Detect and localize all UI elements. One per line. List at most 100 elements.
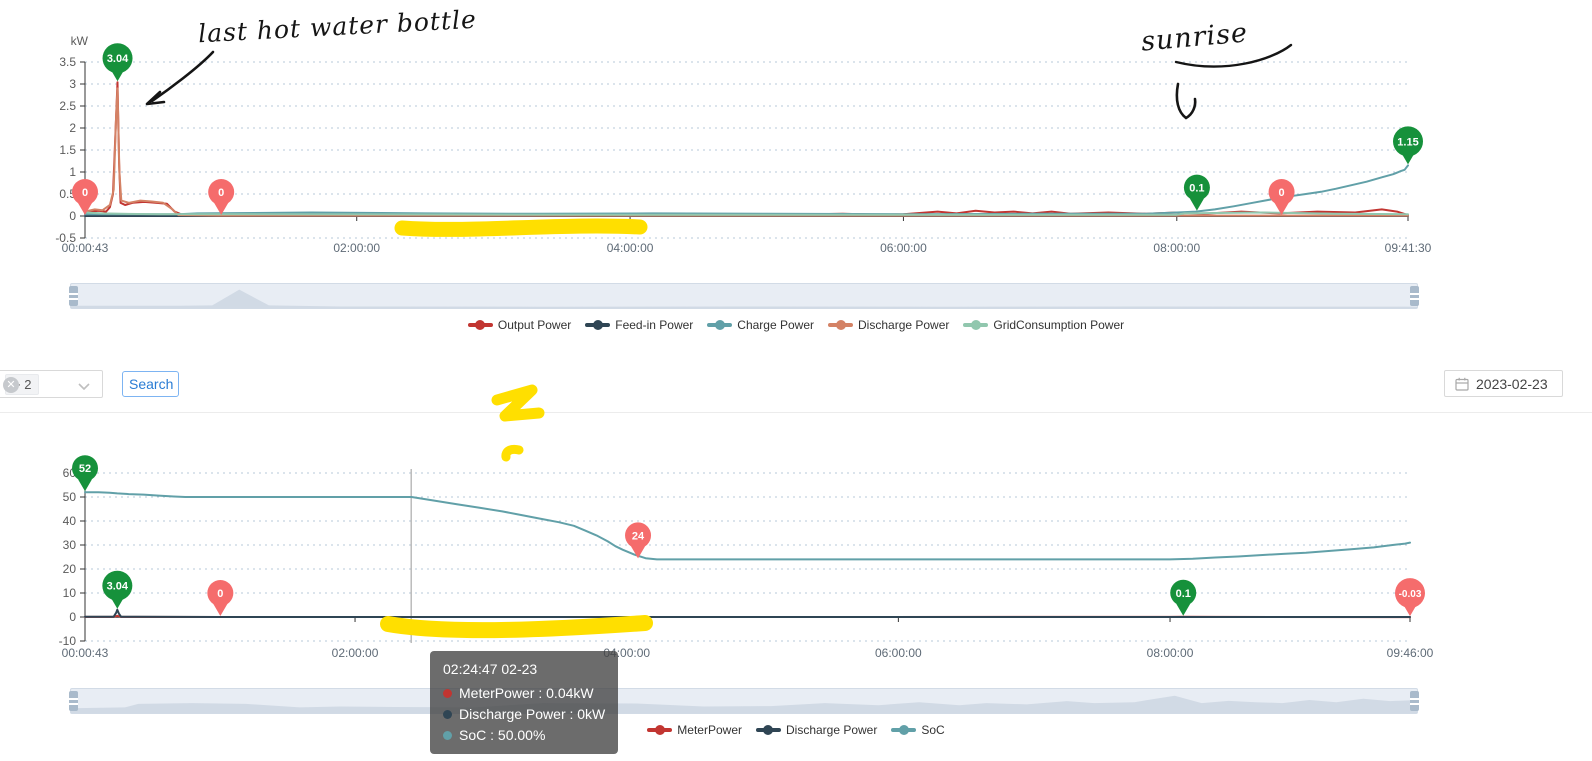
- marker-pin-0: 0: [1269, 179, 1295, 215]
- x-tick-label: 06:00:00: [880, 241, 927, 255]
- series-line-output-power: [85, 82, 1408, 215]
- legend-item-discharge-power[interactable]: Discharge Power: [756, 723, 877, 737]
- datazoom-right-handle[interactable]: [1410, 286, 1419, 306]
- tooltip-series-dot: [443, 689, 452, 698]
- tooltip-series-value: SoC : 50.00%: [459, 725, 545, 746]
- legend-label: Charge Power: [737, 318, 814, 332]
- marker-pin--0.03: -0.03: [1395, 578, 1425, 616]
- chart-1: 6050403020100-1000:00:4302:00:0004:00:00…: [59, 455, 1434, 660]
- marker-pin-0: 0: [207, 580, 233, 616]
- legend-marker: [891, 728, 916, 732]
- x-tick-label: 09:41:30: [1385, 241, 1432, 255]
- y-tick-label: 30: [63, 538, 77, 552]
- legend-item-meterpower[interactable]: MeterPower: [647, 723, 742, 737]
- legend-item-output-power[interactable]: Output Power: [468, 318, 571, 332]
- legend-marker: [963, 323, 988, 327]
- toolbar: ✕ + 2 Search 2023-02-23: [0, 370, 1592, 398]
- marker-pin-0.1: 0.1: [1184, 175, 1210, 211]
- tooltip-series-value: Discharge Power : 0kW: [459, 704, 605, 725]
- legend-item-feed-in-power[interactable]: Feed-in Power: [585, 318, 693, 332]
- date-picker[interactable]: 2023-02-23: [1444, 370, 1563, 397]
- legend-label: Discharge Power: [786, 723, 877, 737]
- y-tick-label: 20: [63, 562, 77, 576]
- y-tick-label: 0: [69, 209, 76, 223]
- tooltip-series-value: MeterPower : 0.04kW: [459, 683, 594, 704]
- datazoom-left-handle[interactable]: [69, 691, 78, 711]
- series-line-soc: [85, 492, 1410, 559]
- y-tick-label: 40: [63, 514, 77, 528]
- chart-tooltip: 02:24:47 02-23 MeterPower : 0.04kWDischa…: [430, 651, 618, 754]
- date-value: 2023-02-23: [1476, 376, 1548, 392]
- series-multi-select[interactable]: ✕ + 2: [0, 370, 103, 398]
- legend-label: SoC: [921, 723, 944, 737]
- tooltip-timestamp: 02:24:47 02-23: [443, 659, 605, 680]
- y-axis-unit: kW: [71, 34, 89, 48]
- datazoom-left-handle[interactable]: [69, 286, 78, 306]
- marker-pin-1.15: 1.15: [1393, 126, 1423, 164]
- x-tick-label: 06:00:00: [875, 646, 922, 660]
- y-tick-label: 2: [69, 121, 76, 135]
- y-tick-label: 50: [63, 490, 77, 504]
- legend-label: Discharge Power: [858, 318, 949, 332]
- marker-pin-0: 0: [208, 179, 234, 215]
- datazoom-slider-top[interactable]: [70, 283, 1418, 309]
- legend-item-charge-power[interactable]: Charge Power: [707, 318, 814, 332]
- legend-label: Feed-in Power: [615, 318, 693, 332]
- legend-marker: [647, 728, 672, 732]
- datazoom-shadow-top: [71, 284, 1417, 308]
- tooltip-row: MeterPower : 0.04kW: [443, 683, 605, 704]
- legend-marker: [756, 728, 781, 732]
- legend-item-gridconsumption-power[interactable]: GridConsumption Power: [963, 318, 1124, 332]
- y-tick-label: 0: [69, 610, 76, 624]
- x-tick-label: 09:46:00: [1387, 646, 1434, 660]
- marker-pin-3.04: 3.04: [103, 43, 133, 81]
- svg-text:0.1: 0.1: [1176, 588, 1191, 600]
- chevron-down-icon: [78, 383, 90, 390]
- legend-item-soc[interactable]: SoC: [891, 723, 944, 737]
- svg-text:-0.03: -0.03: [1399, 589, 1422, 600]
- x-tick-label: 02:00:00: [332, 646, 379, 660]
- datazoom-right-handle[interactable]: [1410, 691, 1419, 711]
- datazoom-slider-bottom[interactable]: [70, 688, 1418, 714]
- svg-text:0: 0: [218, 187, 224, 199]
- tooltip-series-dot: [443, 710, 452, 719]
- svg-text:0.1: 0.1: [1189, 183, 1204, 195]
- legend-bottom: MeterPower Discharge Power SoC: [0, 723, 1592, 737]
- x-tick-label: 04:00:00: [607, 241, 654, 255]
- tooltip-row: SoC : 50.00%: [443, 725, 605, 746]
- legend-marker: [828, 323, 853, 327]
- x-tick-label: 00:00:43: [62, 241, 109, 255]
- legend-label: MeterPower: [677, 723, 742, 737]
- svg-text:0: 0: [82, 187, 88, 199]
- y-tick-label: 1.5: [59, 143, 76, 157]
- x-tick-label: 00:00:43: [62, 646, 109, 660]
- tooltip-series-dot: [443, 731, 452, 740]
- y-tick-label: 2.5: [59, 99, 76, 113]
- y-tick-label: 10: [63, 586, 77, 600]
- legend-item-discharge-power[interactable]: Discharge Power: [828, 318, 949, 332]
- legend-label: Output Power: [498, 318, 571, 332]
- marker-pin-3.04: 3.04: [102, 571, 132, 609]
- series-line-discharge-power: [85, 88, 1408, 215]
- svg-text:0: 0: [1279, 187, 1285, 199]
- y-tick-label: 3.5: [59, 55, 76, 69]
- datazoom-shadow-bottom: [71, 689, 1417, 713]
- marker-pin-0.1: 0.1: [1170, 580, 1196, 616]
- legend-marker: [585, 323, 610, 327]
- marker-pin-52: 52: [72, 455, 98, 491]
- svg-text:3.04: 3.04: [107, 581, 129, 593]
- legend-marker: [468, 323, 493, 327]
- legend-top: Output Power Feed-in Power Charge Power Dis…: [0, 318, 1592, 332]
- x-tick-label: 08:00:00: [1153, 241, 1200, 255]
- svg-text:52: 52: [79, 463, 91, 475]
- svg-text:1.15: 1.15: [1397, 136, 1418, 148]
- remove-tag-icon[interactable]: ✕: [3, 377, 19, 393]
- svg-text:3.04: 3.04: [107, 53, 129, 65]
- tooltip-row: Discharge Power : 0kW: [443, 704, 605, 725]
- search-button[interactable]: Search: [122, 371, 179, 397]
- x-tick-label: 02:00:00: [333, 241, 380, 255]
- legend-label: GridConsumption Power: [993, 318, 1124, 332]
- y-tick-label: 3: [69, 77, 76, 91]
- chart-0: 3.532.521.510.50-0.5kW00:00:4302:00:0004…: [55, 34, 1431, 255]
- x-tick-label: 08:00:00: [1147, 646, 1194, 660]
